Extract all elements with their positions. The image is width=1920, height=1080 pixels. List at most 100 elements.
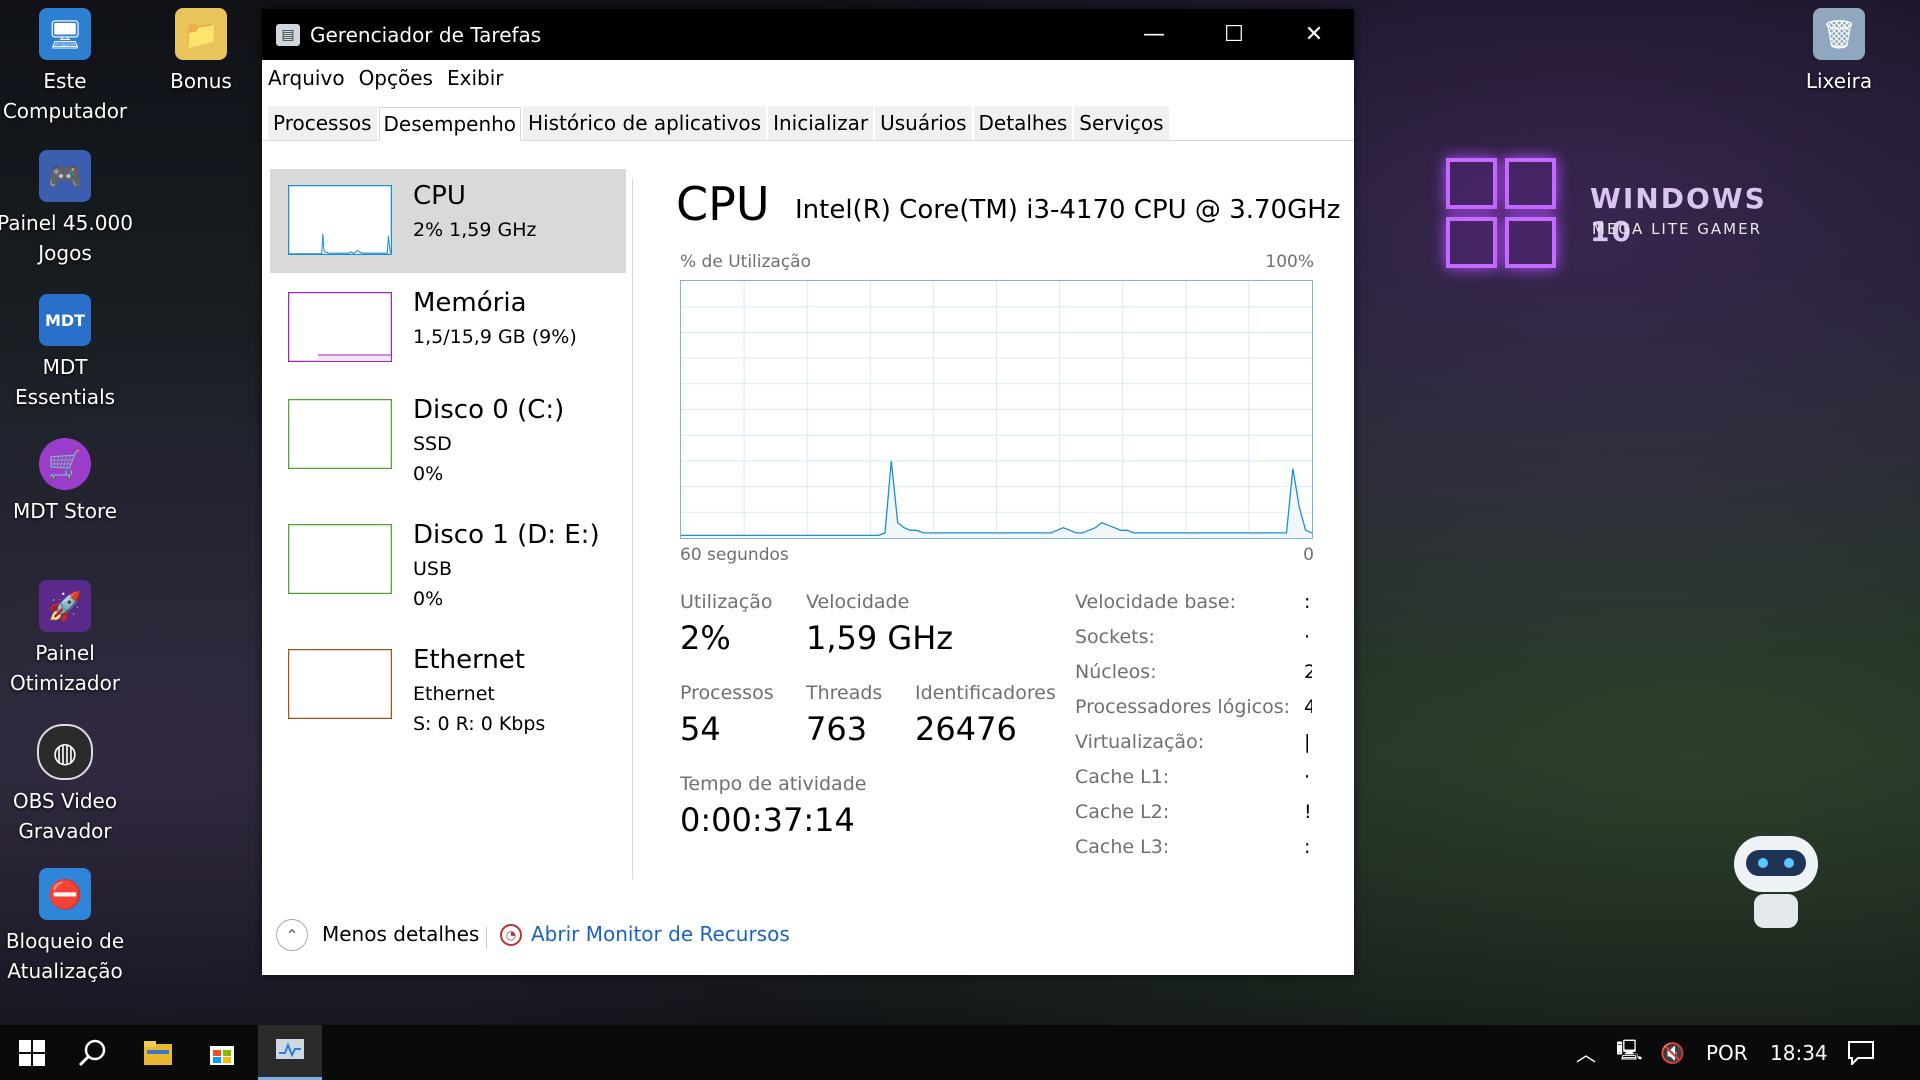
desktop-icon-label: Bonus [170, 69, 232, 93]
tab-detalhes[interactable]: Detalhes [973, 106, 1073, 140]
menu-exibir[interactable]: Exibir [447, 66, 504, 90]
stat-tempo-label: Tempo de atividade [680, 773, 867, 795]
chevron-up-icon: ︿ [1576, 1042, 1596, 1066]
resource-item-ethernet[interactable]: Ethernet Ethernet S: 0 R: 0 Kbps [270, 633, 626, 737]
file-explorer-button[interactable] [126, 1025, 190, 1080]
search-icon [78, 1039, 106, 1066]
stat-utilizacao-label: Utilização [680, 591, 773, 613]
open-resource-monitor-link[interactable]: Abrir Monitor de Recursos [531, 922, 790, 946]
tab-desempenho[interactable]: Desempenho [378, 107, 522, 141]
action-center-button[interactable] [1848, 1025, 1874, 1080]
task-manager-icon: ▤ [276, 23, 300, 46]
stat-threads-label: Threads [806, 682, 883, 704]
menu-arquivo[interactable]: Arquivo [268, 66, 345, 90]
title-bar[interactable]: ▤ Gerenciador de Tarefas — ☐ ✕ [262, 9, 1354, 60]
menu-opcoes[interactable]: Opções [359, 66, 433, 90]
desktop-icon-bloqueio-atualizacao[interactable]: ⛔ Bloqueio de Atualização [0, 868, 140, 986]
network-icon: 🖳 [1616, 1037, 1643, 1062]
tab-servicos[interactable]: Serviços [1074, 106, 1169, 140]
show-hidden-icons-button[interactable]: ︿ [1576, 1025, 1596, 1080]
minimize-button[interactable]: — [1114, 9, 1194, 60]
spec-processadores-logicos-label: Processadores lógicos: [1075, 696, 1291, 718]
recycle-bin-icon: 🗑 [1813, 8, 1865, 60]
clock[interactable]: 18:34 [1770, 1025, 1828, 1080]
resource-detail: Ethernet [413, 683, 495, 705]
resource-item-disco-1[interactable]: Disco 1 (D: E:) USB 0% [270, 508, 626, 612]
stat-velocidade-value: 1,59 GHz [806, 619, 954, 657]
taskbar: ︿ 🖳 🔇 POR 18:34 [0, 1025, 1920, 1080]
desktop-icon-label: Este Computador [2, 69, 128, 123]
tab-inicializar[interactable]: Inicializar [768, 106, 874, 140]
resource-usage: 0% [413, 588, 444, 610]
desktop-icon-este-computador[interactable]: 🖥 Este Computador [0, 8, 140, 126]
task-manager-taskbar-button[interactable] [258, 1025, 322, 1080]
cpu-thumbnail-graph [288, 185, 392, 255]
volume-button[interactable]: 🔇 [1660, 1025, 1685, 1080]
resource-item-memoria[interactable]: Memória 1,5/15,9 GB (9%) [270, 276, 626, 380]
search-button[interactable] [60, 1025, 124, 1080]
folder-icon: 📁 [175, 8, 227, 60]
store-icon [210, 1045, 234, 1065]
spec-cache-l2-value: ! [1304, 801, 1312, 823]
spec-velocidade-base-value: : [1304, 591, 1311, 613]
network-status[interactable]: 🖳 [1616, 1025, 1643, 1080]
spec-cache-l1-value: · [1304, 766, 1311, 788]
desktop-icon-painel-jogos[interactable]: 🎮 Painel 45.000 Jogos [0, 150, 140, 268]
store-button[interactable] [190, 1025, 254, 1080]
spec-velocidade-base-label: Velocidade base: [1075, 591, 1237, 613]
task-manager-icon [276, 1039, 304, 1059]
mdt-icon: MDT [39, 294, 91, 346]
window-title: Gerenciador de Tarefas [310, 22, 542, 47]
tab-usuarios[interactable]: Usuários [875, 106, 972, 140]
resource-detail: USB [413, 558, 453, 580]
spec-cache-l2-label: Cache L2: [1075, 801, 1170, 823]
resource-name: Disco 0 (C:) [413, 395, 565, 425]
brand-subtitle: MEGA LITE GAMER [1592, 220, 1762, 238]
desktop-icon-label: OBS Video Gravador [12, 789, 118, 843]
spec-nucleos-label: Núcleos: [1075, 661, 1157, 683]
spec-nucleos-value: 2 [1304, 661, 1312, 683]
maximize-button[interactable]: ☐ [1194, 9, 1274, 60]
desktop-icon-mdt-store[interactable]: 🛒 MDT Store [0, 438, 140, 526]
disk0-thumbnail-frame [288, 399, 392, 469]
stat-identificadores-value: 26476 [915, 710, 1017, 748]
tab-processos[interactable]: Processos [268, 106, 377, 140]
desktop-icon-mdt-essentials[interactable]: MDT MDT Essentials [0, 294, 140, 412]
graph-y-max: 100% [1265, 252, 1314, 272]
tab-historico[interactable]: Histórico de aplicativos [523, 106, 767, 140]
chevron-up-icon[interactable]: ⌃ [276, 919, 308, 951]
rocket-icon: 🚀 [39, 580, 91, 632]
desktop-icon-painel-otimizador[interactable]: 🚀 Painel Otimizador [0, 580, 140, 698]
language-indicator[interactable]: POR [1706, 1025, 1748, 1080]
resource-usage: 0% [413, 463, 444, 485]
obs-icon: ◍ [37, 724, 93, 780]
pane-splitter[interactable] [632, 179, 633, 879]
volume-muted-icon: 🔇 [1660, 1040, 1685, 1065]
disk1-thumbnail-graph [288, 524, 392, 594]
memory-thumbnail-fill [318, 355, 391, 361]
less-details-button[interactable]: Menos detalhes [322, 922, 479, 946]
graph-x-min: 0 [1303, 545, 1314, 565]
wallpaper-brand-logo: WINDOWS 10 MEGA LITE GAMER [1432, 140, 1765, 320]
memory-thumbnail-frame [288, 292, 392, 362]
desktop-icon-bonus[interactable]: 📁 Bonus [126, 8, 276, 96]
ethernet-thumbnail-graph [288, 649, 392, 719]
gamepad-icon: 🎮 [39, 150, 91, 202]
spec-cache-l3-value: : [1304, 836, 1311, 858]
close-button[interactable]: ✕ [1274, 9, 1354, 60]
desktop-icon-lixeira[interactable]: 🗑 Lixeira [1764, 8, 1914, 96]
desktop-icon-label: MDT Store [12, 499, 118, 523]
resource-item-cpu[interactable]: CPU 2% 1,59 GHz [270, 169, 626, 273]
start-button[interactable] [0, 1025, 64, 1080]
detail-title: CPU [676, 177, 770, 231]
desktop-icon-label: Lixeira [1805, 69, 1873, 93]
file-explorer-icon [144, 1040, 172, 1065]
computer-icon: 🖥 [39, 8, 91, 60]
resource-monitor-icon: ◔ [500, 924, 522, 946]
stat-utilizacao-value: 2% [680, 619, 731, 657]
desktop-icon-label: Painel 45.000 Jogos [0, 211, 133, 265]
update-block-icon: ⛔ [39, 868, 91, 920]
stat-processos-value: 54 [680, 710, 721, 748]
desktop-icon-obs[interactable]: ◍ OBS Video Gravador [0, 724, 140, 846]
resource-item-disco-0[interactable]: Disco 0 (C:) SSD 0% [270, 383, 626, 487]
